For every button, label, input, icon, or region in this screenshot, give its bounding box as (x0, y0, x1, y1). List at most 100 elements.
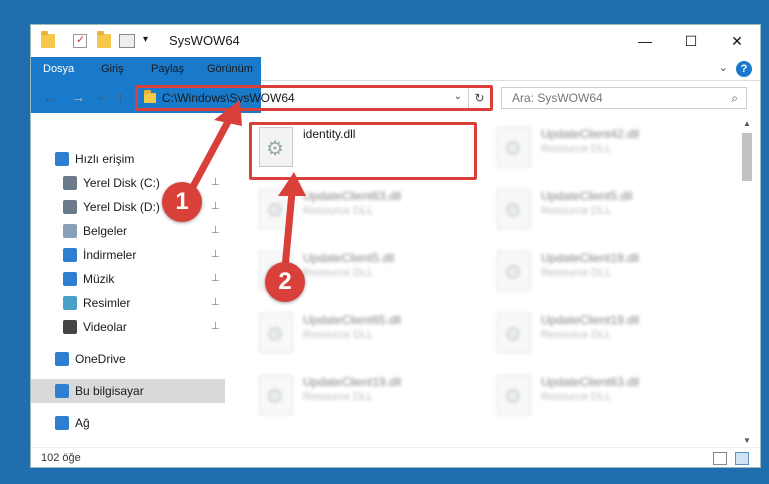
sidebar-item[interactable]: Hızlı erişim (31, 147, 225, 171)
sidebar-item-label: Belgeler (83, 224, 128, 238)
scroll-down-icon[interactable]: ▼ (743, 436, 751, 445)
documents-icon (63, 224, 77, 238)
file-type: Resource DLL (303, 329, 374, 341)
sidebar-item-label: Resimler (83, 296, 131, 310)
file-type: Resource DLL (303, 267, 374, 279)
file-type: Resource DLL (541, 391, 612, 403)
scroll-up-icon[interactable]: ▲ (743, 119, 751, 128)
dll-file-icon (497, 127, 531, 167)
dll-file-icon (497, 189, 531, 229)
file-item[interactable]: UpdateClient65.dll Resource DLL (251, 309, 481, 365)
address-highlight-box (135, 85, 493, 111)
details-view-icon[interactable] (713, 452, 727, 465)
properties-icon[interactable]: ✓ (73, 34, 87, 48)
navigation-pane: Hızlı erişim Yerel Disk (C:) ⊥ Yerel Disk (… (31, 117, 225, 445)
status-bar: 102 öğe (31, 447, 760, 469)
sidebar-item[interactable]: Videolar ⊥ (31, 315, 225, 339)
file-name: UpdateClient63.dll (541, 375, 640, 389)
file-item[interactable]: UpdateClient19.dll Resource DLL (489, 247, 719, 303)
file-type: Resource DLL (541, 329, 612, 341)
maximize-button[interactable]: ☐ (668, 25, 714, 57)
file-item[interactable]: UpdateClient63.dll Resource DLL (489, 371, 719, 427)
sidebar-item-label: Videolar (83, 320, 127, 334)
item-count: 102 öğe (41, 452, 81, 464)
sidebar-item-label: İndirmeler (83, 248, 137, 262)
step-1-badge: 1 (162, 182, 202, 222)
dll-file-icon (497, 251, 531, 291)
drive-icon (63, 176, 77, 190)
minimize-button[interactable]: — (622, 25, 668, 57)
sidebar-item[interactable]: Müzik ⊥ (31, 267, 225, 291)
search-icon[interactable]: ⌕ (731, 91, 738, 106)
pin-icon: ⊥ (211, 249, 220, 260)
file-type: Resource DLL (541, 143, 612, 155)
sidebar-item[interactable]: OneDrive (31, 347, 225, 371)
file-name: UpdateClient42.dll (541, 127, 640, 141)
file-type: Resource DLL (303, 391, 374, 403)
sidebar-item[interactable]: Resimler ⊥ (31, 291, 225, 315)
ribbon-tabs: Dosya Giriş Paylaş Görünüm ⌄ ? (31, 57, 760, 113)
sidebar-item[interactable]: Ağ (31, 411, 225, 435)
new-folder-icon[interactable] (97, 31, 111, 48)
file-item[interactable]: UpdateClient19.dll Resource DLL (489, 309, 719, 365)
music-icon (63, 272, 77, 286)
computer-icon (55, 384, 69, 398)
file-name: UpdateClient19.dll (541, 251, 640, 265)
file-name: UpdateClient65.dll (303, 313, 402, 327)
tab-share[interactable]: Paylaş (139, 57, 196, 81)
search-input[interactable]: Ara: SysWOW64 (512, 91, 603, 105)
file-type: Resource DLL (541, 267, 612, 279)
step-2-badge: 2 (265, 262, 305, 302)
scroll-thumb[interactable] (742, 133, 752, 181)
sidebar-item-label: OneDrive (75, 352, 126, 366)
dll-file-icon (259, 313, 293, 353)
downloads-icon (63, 248, 77, 262)
cloud-icon (55, 352, 69, 366)
sidebar-item[interactable]: İndirmeler ⊥ (31, 243, 225, 267)
sidebar-item-label: Yerel Disk (C:) (83, 176, 160, 190)
vertical-scrollbar[interactable]: ▲ ▼ (739, 117, 755, 447)
pin-icon: ⊥ (211, 273, 220, 284)
file-type: Resource DLL (303, 205, 374, 217)
file-name: UpdateClient19.dll (541, 313, 640, 327)
explorer-window: ✓ ▾ SysWOW64 — ☐ ✕ Dosya Giriş Paylaş Gö… (30, 24, 761, 468)
file-item[interactable]: UpdateClient5.dll Resource DLL (489, 185, 719, 241)
customize-toolbar-icon[interactable]: ▾ (143, 34, 148, 45)
file-name: UpdateClient19.dll (303, 375, 402, 389)
tab-view[interactable]: Görünüm (195, 57, 265, 81)
recent-locations-button[interactable]: ⌄ (97, 92, 105, 103)
file-highlight-box (249, 122, 477, 180)
file-name: UpdateClient5.dll (303, 251, 395, 265)
folder-icon (41, 31, 55, 48)
sidebar-item-label: Yerel Disk (D:) (83, 200, 160, 214)
star-icon (55, 152, 69, 166)
network-icon (55, 416, 69, 430)
title-bar: ✓ ▾ SysWOW64 — ☐ ✕ (31, 25, 760, 57)
window-title: SysWOW64 (169, 33, 240, 48)
up-button[interactable]: ↑ (117, 89, 124, 105)
sidebar-item[interactable]: Bu bilgisayar (31, 379, 225, 403)
pin-icon: ⊥ (211, 297, 220, 308)
dll-file-icon (497, 375, 531, 415)
sidebar-item[interactable]: Belgeler ⊥ (31, 219, 225, 243)
large-icons-view-icon[interactable] (735, 452, 749, 465)
file-item[interactable]: UpdateClient42.dll Resource DLL (489, 123, 719, 179)
ribbon-expand-icon[interactable]: ⌄ (719, 61, 728, 74)
tab-home[interactable]: Giriş (89, 57, 136, 81)
file-item[interactable]: UpdateClient63.dll Resource DLL (251, 185, 481, 241)
videos-icon (63, 320, 77, 334)
help-icon[interactable]: ? (736, 61, 752, 77)
pin-icon: ⊥ (211, 177, 220, 188)
pin-icon: ⊥ (211, 201, 220, 212)
dll-file-icon (259, 375, 293, 415)
back-button[interactable]: ← (43, 89, 57, 105)
file-name: UpdateClient5.dll (541, 189, 633, 203)
drive-icon (63, 200, 77, 214)
pin-icon: ⊥ (211, 225, 220, 236)
quick-access-toolbar-icon[interactable] (119, 34, 135, 48)
close-button[interactable]: ✕ (714, 25, 760, 57)
search-box[interactable]: Ara: SysWOW64 ⌕ (501, 87, 747, 109)
file-name: UpdateClient63.dll (303, 189, 402, 203)
forward-button[interactable]: → (71, 89, 85, 105)
file-item[interactable]: UpdateClient19.dll Resource DLL (251, 371, 481, 427)
